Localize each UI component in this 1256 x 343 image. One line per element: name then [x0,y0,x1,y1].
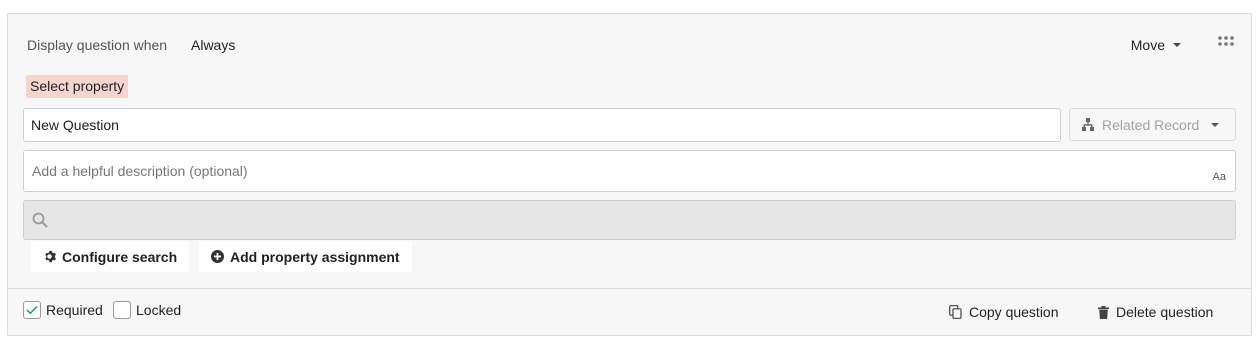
configure-search-button[interactable]: Configure search [31,241,190,272]
delete-question-label: Delete question [1116,304,1214,320]
copy-question-label: Copy question [969,304,1059,320]
related-record-label: Related Record [1102,116,1200,133]
description-field: Aa [23,150,1236,192]
text-format-icon[interactable]: Aa [1213,171,1226,183]
required-checkbox-box[interactable] [23,301,41,319]
move-dropdown[interactable]: Move [1131,37,1181,53]
chevron-down-icon [1211,122,1220,127]
display-condition-label: Display question when [27,37,168,53]
locked-checkbox-box[interactable] [113,301,131,319]
chevron-down-icon [1173,43,1181,47]
checkmark-icon [26,305,38,315]
add-property-assignment-button[interactable]: Add property assignment [199,241,412,272]
configure-search-label: Configure search [62,248,178,265]
locked-checkbox[interactable]: Locked [113,301,181,319]
related-record-dropdown[interactable]: Related Record [1069,108,1236,141]
add-property-assignment-label: Add property assignment [230,248,400,265]
copy-question-button[interactable]: Copy question [949,304,1059,320]
description-input[interactable] [24,151,1200,191]
search-field [23,200,1236,241]
drag-handle-icon[interactable] [1217,35,1235,47]
required-checkbox[interactable]: Required [23,301,103,319]
gear-icon [45,250,56,263]
trash-icon [1098,305,1109,319]
question-card: Display question when Always Move Select… [7,13,1252,336]
search-icon [32,212,48,228]
locked-label: Locked [136,302,182,318]
move-label: Move [1130,37,1165,53]
question-footer: Required Locked Copy question Delete que… [8,289,1251,335]
delete-question-button[interactable]: Delete question [1098,304,1213,320]
copy-icon [949,305,962,319]
required-label: Required [46,302,103,318]
plus-circle-icon [211,250,224,263]
display-condition-value[interactable]: Always [191,37,235,53]
hierarchy-icon [1082,118,1094,131]
question-title-input[interactable] [23,108,1061,142]
search-input[interactable] [54,201,1228,241]
display-condition-row: Display question when Always Move [27,35,1251,57]
select-property-button[interactable]: Select property [26,75,129,98]
